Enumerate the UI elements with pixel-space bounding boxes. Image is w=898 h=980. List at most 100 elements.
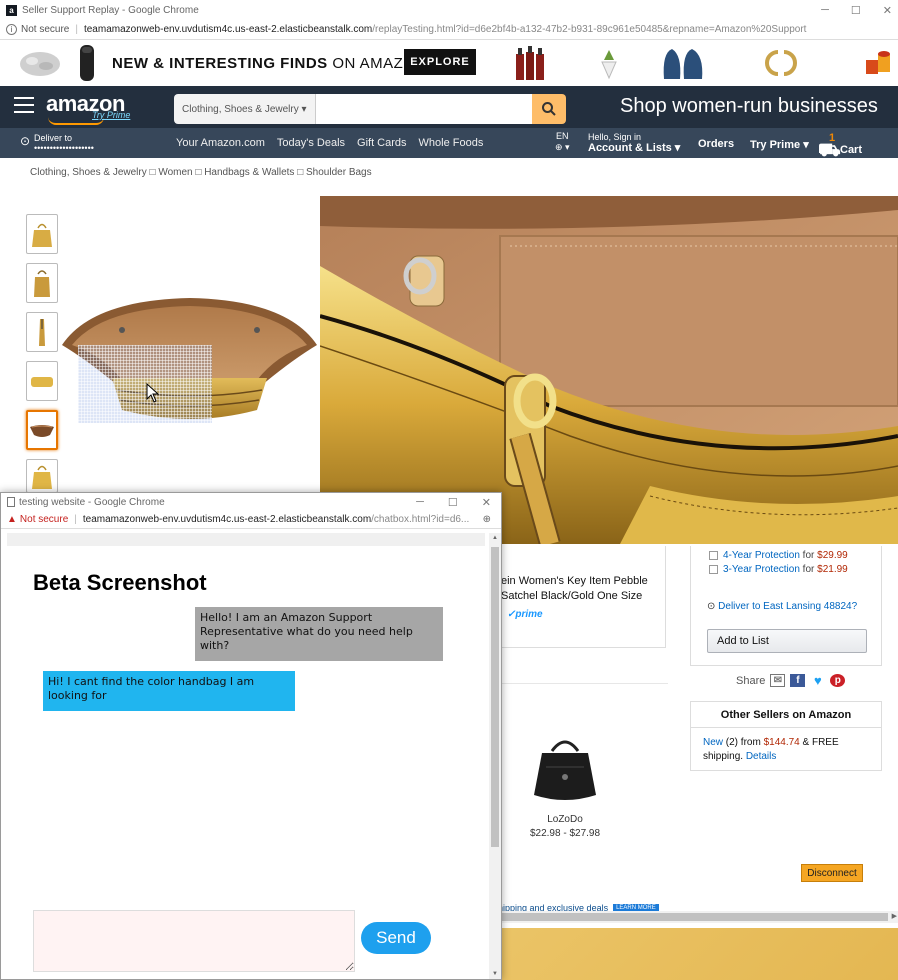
orders-link[interactable]: Orders bbox=[698, 138, 734, 150]
chat-scroll-thumb[interactable] bbox=[491, 547, 499, 847]
account-menu[interactable]: Hello, Sign in Account & Lists ▾ bbox=[588, 132, 680, 154]
plant-product-icon bbox=[601, 50, 617, 80]
protection-option-3yr[interactable]: 3-Year Protection for $21.99 bbox=[709, 564, 848, 575]
thumbnail-3[interactable] bbox=[26, 312, 58, 352]
try-prime-menu[interactable]: Try Prime ▾ bbox=[750, 138, 809, 151]
agent-message: Hello! I am an Amazon Support Representa… bbox=[195, 607, 443, 661]
related-product-title[interactable]: ein Women's Key Item Pebble Satchel Blac… bbox=[501, 574, 671, 604]
horizontal-scroll-thumb[interactable] bbox=[500, 913, 888, 921]
related-item-name[interactable]: LoZoDo bbox=[520, 814, 610, 825]
security-status: Not secure bbox=[19, 514, 69, 525]
buy-box: 4-Year Protection for $29.99 3-Year Prot… bbox=[690, 546, 882, 666]
try-prime-link[interactable]: Try Prime bbox=[92, 110, 130, 120]
email-share-icon[interactable]: ✉ bbox=[770, 674, 786, 687]
earrings-product-icon bbox=[765, 50, 797, 76]
main-titlebar: a Seller Support Replay - Google Chrome … bbox=[0, 0, 898, 20]
promo-headline: NEW & INTERESTING FINDS ON AMAZON bbox=[112, 55, 427, 72]
user-message: Hi! I cant find the color handbag I am l… bbox=[43, 671, 295, 711]
horizontal-scrollbar[interactable]: ▶ bbox=[500, 911, 898, 923]
scroll-up-arrow-icon[interactable]: ▲ bbox=[492, 535, 498, 541]
cart-label: Cart bbox=[840, 144, 863, 156]
black-handbag-image[interactable] bbox=[520, 733, 610, 809]
globe-icon: ⊕ ▾ bbox=[555, 142, 570, 152]
send-button[interactable]: Send bbox=[361, 922, 431, 954]
related-product-card[interactable]: ein Women's Key Item Pebble Satchel Blac… bbox=[486, 546, 666, 648]
maximize-icon[interactable]: ☐ bbox=[448, 496, 458, 509]
hamburger-menu-icon[interactable] bbox=[14, 97, 34, 118]
thumbnail-1[interactable] bbox=[26, 214, 58, 254]
nav-link-todays-deals[interactable]: Today's Deals bbox=[277, 137, 345, 149]
zoom-icon[interactable]: ⊕ bbox=[483, 514, 501, 525]
chat-vertical-scrollbar[interactable]: ▲ ▼ bbox=[489, 533, 501, 979]
deliver-location-link[interactable]: ⊙ Deliver to East Lansing 48824? bbox=[707, 601, 857, 612]
other-sellers-box: Other Sellers on Amazon New (2) from $14… bbox=[690, 701, 882, 771]
chat-body: Beta Screenshot Hello! I am an Amazon Su… bbox=[7, 533, 485, 979]
chat-browser-window: testing website - Google Chrome ─ ☐ ✕ ▲ … bbox=[0, 492, 502, 980]
warning-icon[interactable]: ▲ bbox=[7, 514, 17, 525]
protection-4yr-checkbox[interactable] bbox=[709, 551, 718, 560]
nav-links: Your Amazon.com Today's Deals Gift Cards… bbox=[176, 137, 483, 149]
cups-product-icon bbox=[866, 51, 890, 74]
smart-speaker-icon bbox=[80, 45, 94, 81]
scroll-down-arrow-icon[interactable]: ▼ bbox=[492, 971, 498, 977]
related-item[interactable]: LoZoDo $22.98 - $27.98 bbox=[520, 733, 610, 839]
facebook-share-icon[interactable]: f bbox=[790, 674, 806, 687]
thumbnail-2[interactable] bbox=[26, 263, 58, 303]
scroll-right-arrow-icon[interactable]: ▶ bbox=[892, 912, 897, 920]
language-selector[interactable]: EN ⊕ ▾ bbox=[555, 131, 570, 153]
add-to-list-button[interactable]: Add to List bbox=[707, 629, 867, 653]
breadcrumb[interactable]: Clothing, Shoes & Jewelry □ Women □ Hand… bbox=[30, 167, 372, 178]
disconnect-button[interactable]: Disconnect bbox=[801, 864, 863, 882]
twitter-share-icon[interactable]: ♥ bbox=[810, 673, 825, 688]
url-text[interactable]: teamamazonweb-env.uvdutism4c.us-east-2.e… bbox=[84, 24, 806, 35]
chat-title: Beta Screenshot bbox=[33, 570, 207, 595]
zoom-lens-overlay[interactable] bbox=[78, 345, 212, 423]
shop-women-banner[interactable]: Shop women-run businesses bbox=[620, 95, 878, 118]
bottles-product-icon bbox=[516, 46, 544, 80]
thumbnail-6[interactable] bbox=[26, 459, 58, 493]
new-offers-link[interactable]: New bbox=[703, 737, 723, 748]
nav-link-your-amazon[interactable]: Your Amazon.com bbox=[176, 137, 265, 149]
search-icon bbox=[542, 102, 556, 116]
thumbnail-5-selected[interactable] bbox=[26, 410, 58, 450]
protection-option-4yr[interactable]: 4-Year Protection for $29.99 bbox=[709, 550, 848, 561]
amazon-favicon-icon: a bbox=[6, 4, 17, 16]
chat-window-title: testing website - Google Chrome bbox=[19, 496, 165, 508]
nav-link-gift-cards[interactable]: Gift Cards bbox=[357, 137, 407, 149]
divider bbox=[500, 683, 668, 684]
amazon-nav-top: amazon Try Prime Clothing, Shoes & Jewel… bbox=[0, 86, 898, 128]
search-department-select[interactable]: Clothing, Shoes & Jewelry ▾ bbox=[174, 94, 316, 124]
nav-link-whole-foods[interactable]: Whole Foods bbox=[419, 137, 484, 149]
protection-3yr-checkbox[interactable] bbox=[709, 565, 718, 574]
details-link[interactable]: Details bbox=[746, 751, 777, 762]
search-bar: Clothing, Shoes & Jewelry ▾ bbox=[174, 94, 566, 124]
mouse-cursor-icon bbox=[146, 383, 160, 403]
search-button[interactable] bbox=[532, 94, 566, 124]
url-text[interactable]: teamamazonweb-env.uvdutism4c.us-east-2.e… bbox=[83, 514, 469, 525]
shoes-product-icon bbox=[663, 49, 703, 79]
location-pin-icon: ⊙ bbox=[707, 601, 716, 612]
maximize-icon[interactable]: ☐ bbox=[851, 4, 861, 17]
minimize-icon[interactable]: ─ bbox=[821, 4, 829, 17]
security-status: Not secure bbox=[21, 24, 70, 35]
search-input[interactable] bbox=[315, 94, 532, 124]
cart-icon: ⛟ bbox=[818, 140, 841, 160]
close-icon[interactable]: ✕ bbox=[883, 4, 892, 17]
promo-banner[interactable]: NEW & INTERESTING FINDS ON AMAZON EXPLOR… bbox=[0, 40, 898, 86]
close-icon[interactable]: ✕ bbox=[482, 496, 491, 509]
other-sellers-title: Other Sellers on Amazon bbox=[691, 702, 881, 728]
thumbnail-4[interactable] bbox=[26, 361, 58, 401]
pinterest-share-icon[interactable]: p bbox=[830, 674, 846, 687]
page-icon bbox=[7, 497, 15, 507]
chat-address-bar[interactable]: ▲ Not secure | teamamazonweb-env.uvdutis… bbox=[1, 511, 501, 529]
minimize-icon[interactable]: ─ bbox=[416, 496, 424, 509]
info-icon[interactable]: i bbox=[6, 24, 17, 35]
other-sellers-offer: New (2) from $144.74 & FREE shipping. De… bbox=[703, 737, 839, 762]
location-pin-icon: ⊙ bbox=[20, 134, 31, 148]
main-address-bar[interactable]: i Not secure | teamamazonweb-env.uvdutis… bbox=[0, 20, 898, 40]
chat-header-strip bbox=[7, 533, 485, 546]
prime-badge: ✓prime bbox=[507, 609, 543, 620]
chat-message-input[interactable] bbox=[33, 910, 355, 972]
share-row: Share ✉ f ♥ p bbox=[736, 673, 846, 688]
explore-button[interactable]: EXPLORE bbox=[404, 49, 476, 75]
